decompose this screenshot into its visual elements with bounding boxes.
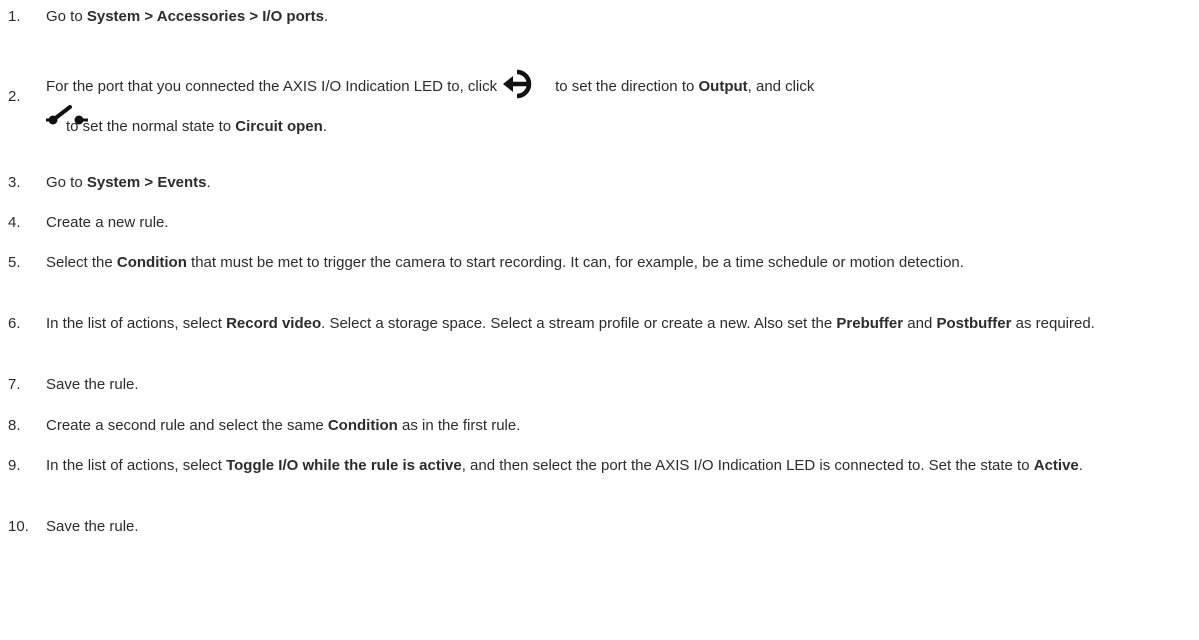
step-text: Create a new rule. xyxy=(46,214,169,231)
step-number: 9. xyxy=(8,457,21,474)
menu-path: System > Events xyxy=(86,174,207,191)
step-number: 8. xyxy=(8,417,21,434)
step-text: Select the Condition that must be met to… xyxy=(46,254,964,271)
step-text: In the list of actions, select Record vi… xyxy=(46,315,1095,332)
list-item: 3. Go to System > Events. xyxy=(8,172,1195,194)
list-item: 9. In the list of actions, select Toggle… xyxy=(8,455,1195,477)
step-number: 4. xyxy=(8,214,21,231)
menu-path: System > Accessories > I/O ports xyxy=(86,8,324,25)
list-item: 7. Save the rule. xyxy=(8,374,1195,396)
step-text: For the port that you connected the AXIS… xyxy=(46,58,1195,138)
step-text: Create a second rule and select the same… xyxy=(46,417,521,434)
step-number: 5. xyxy=(8,254,21,271)
step-number: 2. xyxy=(8,88,21,105)
step-text: Go to System > Accessories > I/O ports. xyxy=(46,8,329,25)
list-item: 8. Create a second rule and select the s… xyxy=(8,415,1195,437)
step-text: Save the rule. xyxy=(46,518,139,535)
step-text: Go to System > Events. xyxy=(46,174,211,191)
list-item: 5. Select the Condition that must be met… xyxy=(8,252,1195,274)
step-text: Save the rule. xyxy=(46,376,139,393)
list-item: 10. Save the rule. xyxy=(8,516,1195,538)
list-item: 1. Go to System > Accessories > I/O port… xyxy=(8,6,1195,28)
step-number: 6. xyxy=(8,315,21,332)
step-number: 10. xyxy=(8,518,29,535)
list-item: 6. In the list of actions, select Record… xyxy=(8,313,1195,335)
step-number: 3. xyxy=(8,174,21,191)
direction-toggle-icon xyxy=(501,64,551,104)
step-number: 7. xyxy=(8,376,21,393)
instruction-page: 1. Go to System > Accessories > I/O port… xyxy=(0,0,1199,640)
list-item: 2. For the port that you connected the A… xyxy=(8,58,1195,138)
list-item: 4. Create a new rule. xyxy=(8,212,1195,234)
step-number: 1. xyxy=(8,8,21,25)
step-text: In the list of actions, select Toggle I/… xyxy=(46,457,1083,474)
